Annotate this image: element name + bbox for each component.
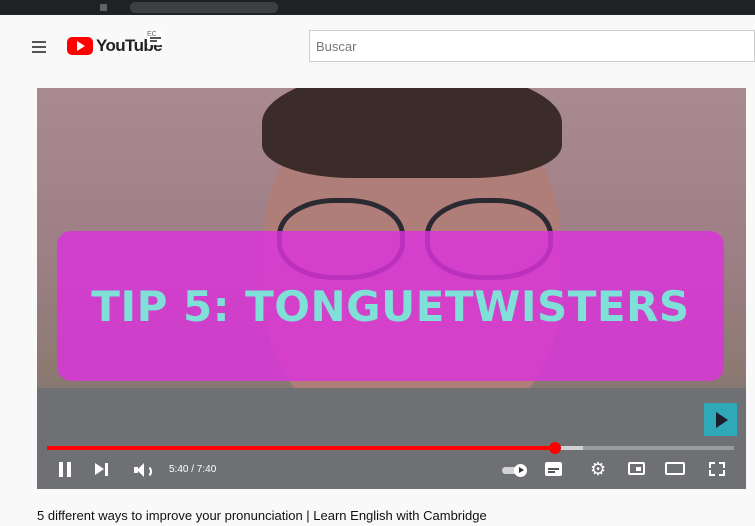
autoplay-toggle-icon[interactable] [502,464,528,477]
youtube-play-icon [67,37,93,55]
subtitles-icon[interactable] [545,462,562,476]
youtube-header: YouTube EC [0,15,755,73]
video-person-hair [262,88,562,178]
player-controls: 5:40 / 7:40 ⚙ [37,454,746,489]
progress-bar[interactable] [47,442,734,454]
youtube-logo[interactable]: YouTube EC [67,31,164,56]
search-box[interactable] [309,30,755,62]
browser-address-bar[interactable] [130,2,278,13]
time-display: 5:40 / 7:40 [169,464,217,475]
video-player[interactable]: TIP 5: TONGUETWISTERS 5:40 / 7:40 ⚙ [37,88,746,489]
pause-icon[interactable] [58,462,72,477]
progress-played [47,446,555,450]
overlay-text: TIP 5: TONGUETWISTERS [91,281,690,331]
next-icon[interactable] [95,462,109,477]
video-overlay-banner: TIP 5: TONGUETWISTERS [57,231,724,381]
fullscreen-icon[interactable] [709,462,725,476]
miniplayer-icon[interactable] [628,462,645,475]
video-title: 5 different ways to improve your pronunc… [37,508,487,523]
theater-icon[interactable] [665,462,685,475]
settings-icon[interactable]: ⚙ [590,460,606,478]
progress-scrubber[interactable] [548,442,561,454]
search-input[interactable] [310,31,755,61]
browser-tab-favicon [100,4,107,11]
volume-icon[interactable] [134,462,152,478]
browser-top-strip [0,0,755,15]
country-code: EC [147,31,164,45]
menu-icon[interactable] [32,41,50,55]
next-video-button[interactable] [704,403,737,436]
